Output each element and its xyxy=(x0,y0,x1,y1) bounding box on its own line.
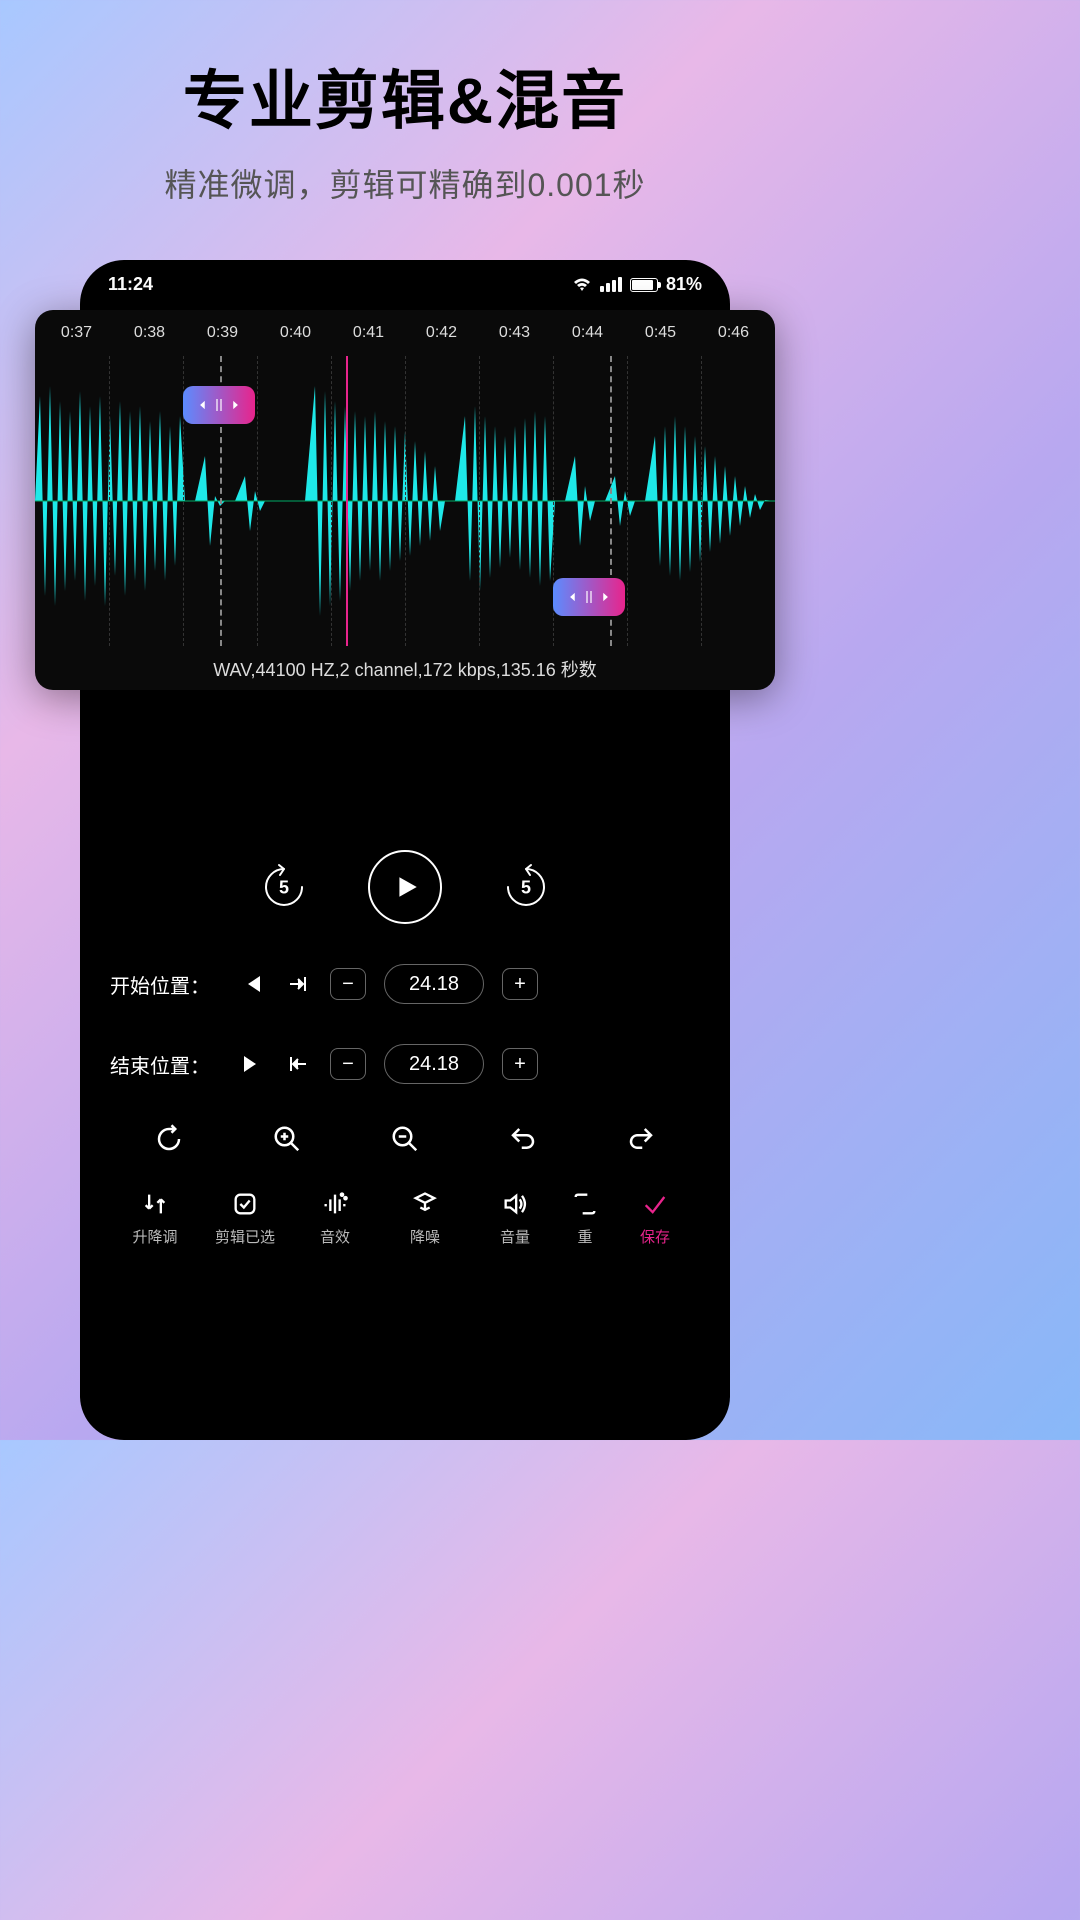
controls-panel: 5 5 开始位置： − 24.18 + 结束位置： − 24.18 + xyxy=(80,820,730,1440)
playhead[interactable] xyxy=(346,356,348,646)
time-tick: 0:46 xyxy=(697,324,770,342)
trim-tool[interactable]: 剪辑已选 xyxy=(200,1190,290,1247)
start-position-row: 开始位置： − 24.18 + xyxy=(100,964,710,1004)
status-bar: 11:24 81% xyxy=(80,260,730,303)
timeline-ruler: 0:370:380:390:400:410:420:430:440:450:46 xyxy=(35,310,775,356)
waveform-card: 0:370:380:390:400:410:420:430:440:450:46… xyxy=(35,310,775,690)
jump-start-icon[interactable] xyxy=(284,1052,312,1076)
time-tick: 0:41 xyxy=(332,324,405,342)
battery-icon xyxy=(630,278,658,292)
status-right: 81% xyxy=(572,274,702,295)
hero: 专业剪辑&混音 精准微调，剪辑可精确到0.001秒 xyxy=(0,0,810,206)
transport-controls: 5 5 xyxy=(100,850,710,924)
time-tick: 0:39 xyxy=(186,324,259,342)
effects-tool[interactable]: 音效 xyxy=(290,1190,380,1247)
start-value[interactable]: 24.18 xyxy=(384,964,484,1004)
zoom-out-icon[interactable] xyxy=(390,1124,420,1154)
start-trim-handle[interactable] xyxy=(183,386,255,424)
time-tick: 0:38 xyxy=(113,324,186,342)
time-tick: 0:40 xyxy=(259,324,332,342)
skip-to-end-icon[interactable] xyxy=(238,1052,266,1076)
rewind-5-button[interactable]: 5 xyxy=(260,863,308,911)
wifi-icon xyxy=(572,277,592,293)
view-tools xyxy=(100,1124,710,1154)
start-label: 开始位置： xyxy=(110,970,220,999)
start-plus-button[interactable]: + xyxy=(502,968,538,1000)
redo-icon[interactable] xyxy=(626,1124,656,1154)
save-tool[interactable]: 保存 xyxy=(610,1190,700,1247)
waveform-area[interactable] xyxy=(35,356,775,646)
forward-5-button[interactable]: 5 xyxy=(502,863,550,911)
rotate-icon[interactable] xyxy=(154,1124,184,1154)
pitch-tool[interactable]: 升降调 xyxy=(110,1190,200,1247)
jump-end-icon[interactable] xyxy=(284,972,312,996)
play-button[interactable] xyxy=(368,850,442,924)
hero-subtitle: 精准微调，剪辑可精确到0.001秒 xyxy=(0,160,810,206)
time-tick: 0:44 xyxy=(551,324,624,342)
end-plus-button[interactable]: + xyxy=(502,1048,538,1080)
volume-tool[interactable]: 音量 xyxy=(470,1190,560,1247)
skip-to-start-icon[interactable] xyxy=(238,972,266,996)
end-position-row: 结束位置： − 24.18 + xyxy=(100,1044,710,1084)
zoom-in-icon[interactable] xyxy=(272,1124,302,1154)
signal-icon xyxy=(600,277,622,292)
audio-info-text: WAV,44100 HZ,2 channel,172 kbps,135.16 秒… xyxy=(35,646,775,690)
end-value[interactable]: 24.18 xyxy=(384,1044,484,1084)
reset-tool[interactable]: 重 xyxy=(560,1190,610,1247)
hero-title: 专业剪辑&混音 xyxy=(0,50,810,142)
status-time: 11:24 xyxy=(108,274,153,295)
time-tick: 0:42 xyxy=(405,324,478,342)
denoise-tool[interactable]: 降噪 xyxy=(380,1190,470,1247)
battery-percent: 81% xyxy=(666,274,702,295)
end-label: 结束位置： xyxy=(110,1050,220,1079)
start-minus-button[interactable]: − xyxy=(330,968,366,1000)
time-tick: 0:43 xyxy=(478,324,551,342)
undo-icon[interactable] xyxy=(508,1124,538,1154)
time-tick: 0:37 xyxy=(40,324,113,342)
end-minus-button[interactable]: − xyxy=(330,1048,366,1080)
bottom-toolbar: 升降调 剪辑已选 音效 降噪 音量 重 xyxy=(100,1190,710,1247)
end-trim-handle[interactable] xyxy=(553,578,625,616)
time-tick: 0:45 xyxy=(624,324,697,342)
